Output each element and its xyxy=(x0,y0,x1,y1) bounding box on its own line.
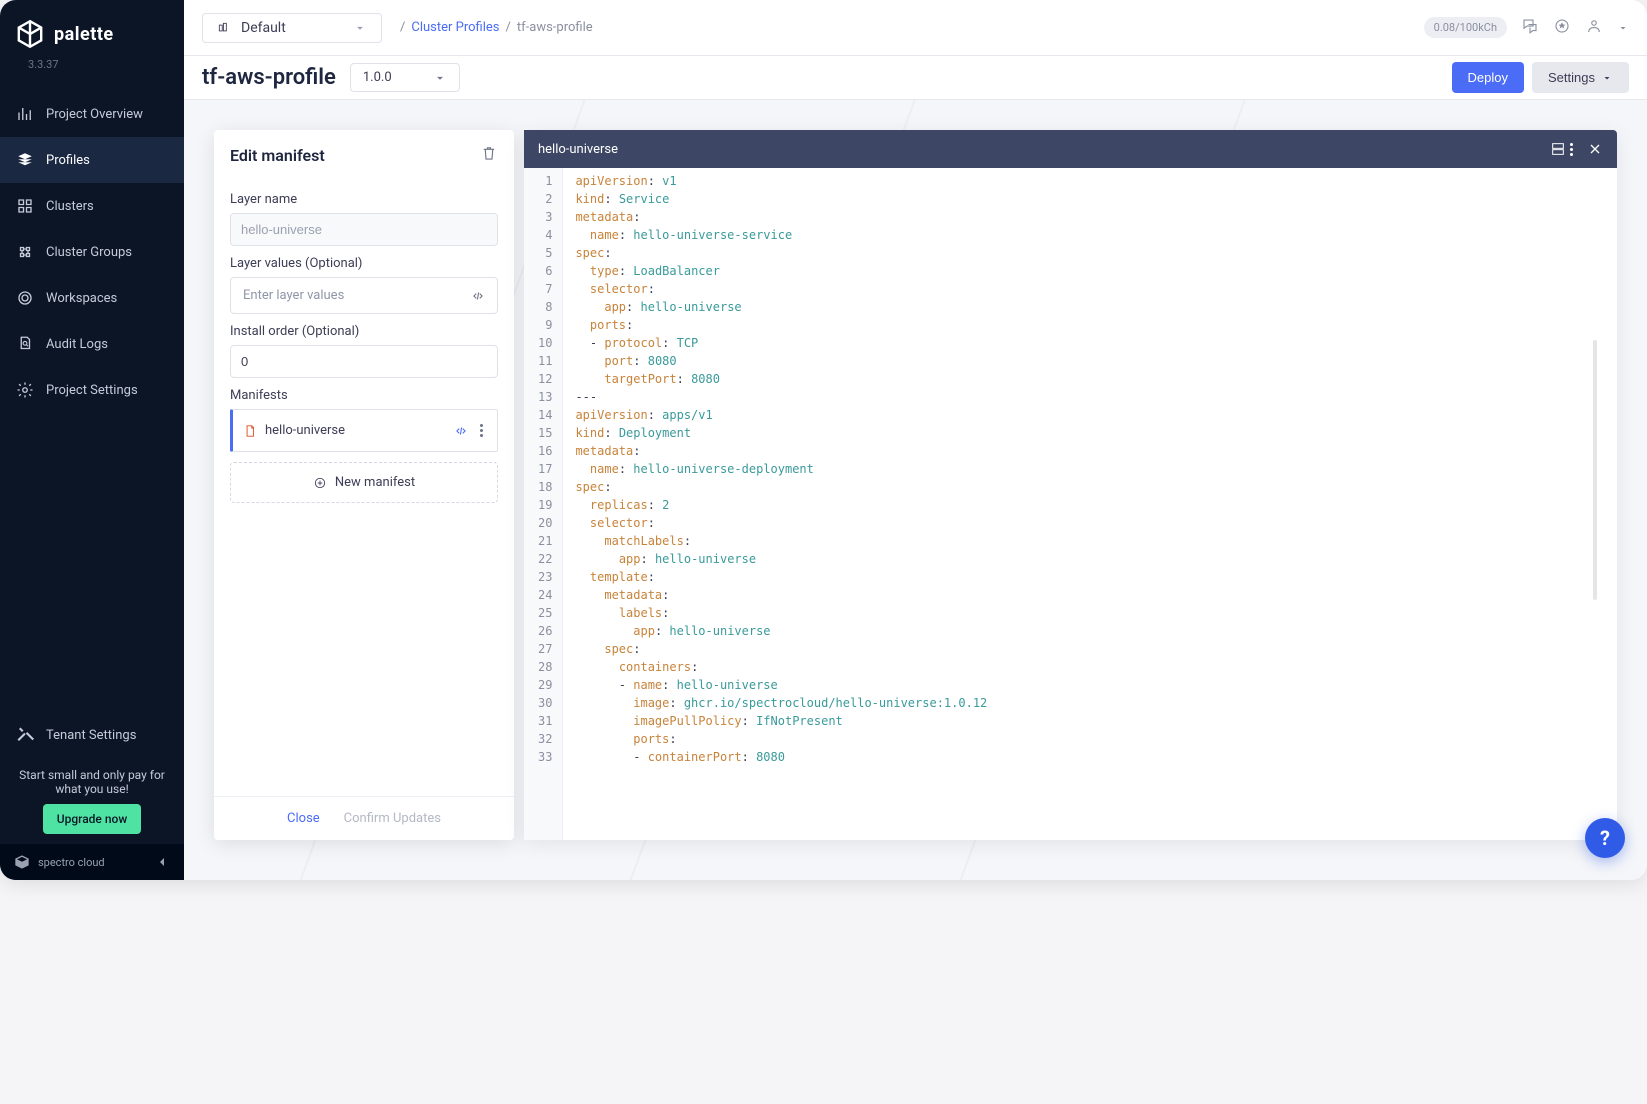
tools-icon xyxy=(16,726,34,744)
layer-name-input[interactable] xyxy=(230,213,498,246)
scrollbar[interactable] xyxy=(1593,340,1597,600)
sidebar-item-cluster-groups[interactable]: Cluster Groups xyxy=(0,229,184,275)
file-icon xyxy=(243,424,257,438)
nav-label: Profiles xyxy=(46,153,90,168)
new-manifest-button[interactable]: New manifest xyxy=(230,462,498,503)
close-button[interactable]: Close xyxy=(287,811,320,826)
chevron-down-icon xyxy=(433,71,447,85)
app-version: 3.3.37 xyxy=(0,58,184,81)
chart-icon xyxy=(16,105,34,123)
nav-label: Workspaces xyxy=(46,291,117,306)
nav-label: Project Overview xyxy=(46,107,143,122)
code-content[interactable]: apiVersion: v1kind: Servicemetadata: nam… xyxy=(563,168,1617,840)
nav-label: Cluster Groups xyxy=(46,245,132,260)
tenant-settings-label: Tenant Settings xyxy=(46,728,136,743)
delete-button[interactable] xyxy=(480,144,498,166)
install-order-input[interactable] xyxy=(230,345,498,378)
manifest-item[interactable]: hello-universe xyxy=(230,409,498,452)
brand-logo: palette xyxy=(0,0,184,58)
sidebar-item-audit-logs[interactable]: Audit Logs xyxy=(0,321,184,367)
editor-header: hello-universe xyxy=(524,130,1617,168)
confirm-updates-button[interactable]: Confirm Updates xyxy=(344,811,441,826)
scope-icon xyxy=(217,21,231,35)
grid-icon xyxy=(16,197,34,215)
code-icon xyxy=(471,289,485,303)
manifest-menu[interactable] xyxy=(476,420,487,441)
search-doc-icon xyxy=(16,335,34,353)
install-order-label: Install order (Optional) xyxy=(230,324,498,339)
sidebar-item-tenant-settings[interactable]: Tenant Settings xyxy=(0,712,184,758)
layout-icon[interactable] xyxy=(1550,141,1566,157)
upgrade-callout: Start small and only pay for what you us… xyxy=(0,758,184,844)
scope-selector[interactable]: Default xyxy=(202,13,382,43)
upgrade-text: Start small and only pay for what you us… xyxy=(12,768,172,796)
nav-label: Audit Logs xyxy=(46,337,108,352)
palette-logo-icon xyxy=(14,18,46,50)
chevron-down-icon xyxy=(353,21,367,35)
page-title: tf-aws-profile xyxy=(202,65,336,90)
layer-name-label: Layer name xyxy=(230,192,498,207)
primary-nav: Project Overview Profiles Clusters Cluster … xyxy=(0,81,184,712)
sidebar-item-project-overview[interactable]: Project Overview xyxy=(0,91,184,137)
sidebar-item-project-settings[interactable]: Project Settings xyxy=(0,367,184,413)
nav-label: Project Settings xyxy=(46,383,138,398)
line-numbers: 1234567891011121314151617181920212223242… xyxy=(524,168,563,840)
target-icon xyxy=(16,289,34,307)
deploy-button[interactable]: Deploy xyxy=(1452,62,1524,93)
main-area: Default / Cluster Profiles / tf-aws-prof… xyxy=(184,0,1647,880)
stack-icon xyxy=(16,151,34,169)
gear-icon xyxy=(16,381,34,399)
code-icon[interactable] xyxy=(454,424,468,438)
layer-values-button[interactable]: Enter layer values xyxy=(230,277,498,314)
chevron-down-icon xyxy=(1617,22,1629,34)
user-menu[interactable] xyxy=(1585,17,1603,39)
groups-icon xyxy=(16,243,34,261)
topbar: Default / Cluster Profiles / tf-aws-prof… xyxy=(184,0,1647,56)
sidebar: palette 3.3.37 Project Overview Profiles C… xyxy=(0,0,184,880)
star-icon[interactable] xyxy=(1553,17,1571,39)
brand-name: palette xyxy=(54,24,114,45)
spectro-icon xyxy=(14,854,30,870)
nav-label: Clusters xyxy=(46,199,94,214)
sidebar-item-profiles[interactable]: Profiles xyxy=(0,137,184,183)
version-value: 1.0.0 xyxy=(363,70,392,85)
code-editor: hello-universe 1234567891011121314151617… xyxy=(524,130,1617,840)
breadcrumb: / Cluster Profiles / tf-aws-profile xyxy=(400,20,593,35)
plus-circle-icon xyxy=(313,476,327,490)
chevron-left-icon xyxy=(154,854,170,870)
scope-label: Default xyxy=(241,20,286,36)
footer-text: spectro cloud xyxy=(38,856,105,869)
workspace: Edit manifest Layer name Layer values (O… xyxy=(184,100,1647,880)
upgrade-button[interactable]: Upgrade now xyxy=(43,804,141,834)
manifests-label: Manifests xyxy=(230,388,498,403)
sidebar-item-clusters[interactable]: Clusters xyxy=(0,183,184,229)
edit-manifest-panel: Edit manifest Layer name Layer values (O… xyxy=(214,130,514,840)
breadcrumb-link[interactable]: Cluster Profiles xyxy=(411,20,499,35)
sidebar-footer[interactable]: spectro cloud xyxy=(0,844,184,880)
usage-pill: 0.08/100kCh xyxy=(1424,17,1507,38)
chat-icon[interactable] xyxy=(1521,17,1539,39)
close-icon[interactable] xyxy=(1587,141,1603,157)
version-select[interactable]: 1.0.0 xyxy=(350,63,460,92)
help-fab[interactable]: ? xyxy=(1585,818,1625,858)
breadcrumb-current: tf-aws-profile xyxy=(517,20,593,35)
editor-body[interactable]: 1234567891011121314151617181920212223242… xyxy=(524,168,1617,840)
panel-title: Edit manifest xyxy=(230,146,325,165)
layer-values-placeholder: Enter layer values xyxy=(243,288,344,303)
editor-menu[interactable] xyxy=(1566,139,1577,160)
settings-button[interactable]: Settings xyxy=(1532,62,1629,93)
manifest-name: hello-universe xyxy=(265,423,345,438)
layer-values-label: Layer values (Optional) xyxy=(230,256,498,271)
editor-filename: hello-universe xyxy=(538,142,618,157)
sidebar-item-workspaces[interactable]: Workspaces xyxy=(0,275,184,321)
chevron-down-icon xyxy=(1601,72,1613,84)
titlebar: tf-aws-profile 1.0.0 Deploy Settings xyxy=(184,56,1647,100)
